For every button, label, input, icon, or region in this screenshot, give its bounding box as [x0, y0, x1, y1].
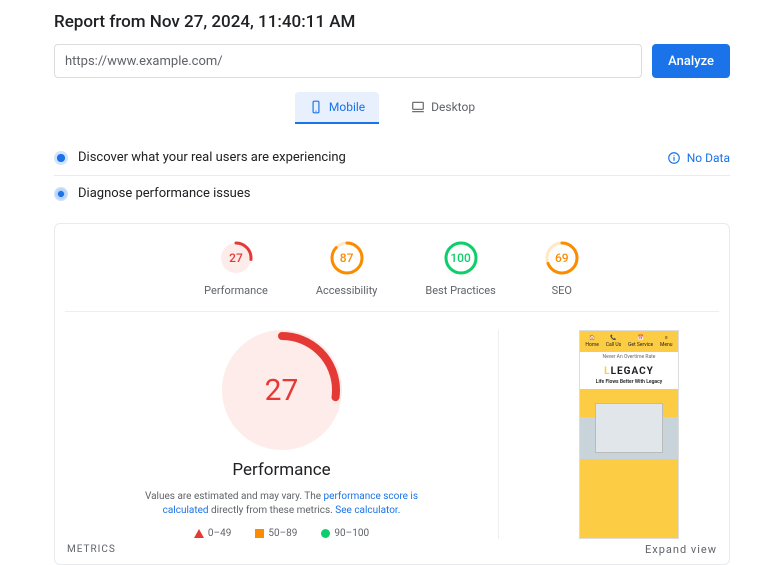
- calendar-icon: 📅: [637, 335, 643, 341]
- phone-banner: Never An Overtime Rate: [580, 352, 678, 362]
- url-row: Analyze: [54, 44, 730, 78]
- legend-green: 90–100: [321, 528, 369, 539]
- gauge-accessibility[interactable]: 87 Accessibility: [316, 240, 378, 297]
- metrics-label: METRICS: [67, 544, 116, 555]
- results-panel: 27 Performance 87 Accessibility 100 Best…: [54, 223, 730, 565]
- gauge-value: 69: [544, 240, 580, 276]
- square-icon: [255, 529, 264, 538]
- gauge-label: SEO: [544, 284, 580, 297]
- analyze-button[interactable]: Analyze: [652, 44, 730, 78]
- discover-icon: [54, 151, 68, 165]
- phone-hero: [580, 389, 678, 459]
- gauge-value: 27: [218, 240, 254, 276]
- circle-icon: [321, 529, 330, 538]
- tab-label: Desktop: [431, 100, 475, 114]
- gauge-label: Best Practices: [425, 284, 495, 297]
- detail-row: 27 Performance Values are estimated and …: [65, 330, 719, 539]
- gauge-label: Accessibility: [316, 284, 378, 297]
- gauge-label: Performance: [204, 284, 268, 297]
- phone-nav: 🏠Home 📞Call Us 📅Get Service ≡Menu: [580, 331, 678, 352]
- nav-home: 🏠Home: [585, 335, 598, 348]
- gauge-seo[interactable]: 69 SEO: [544, 240, 580, 297]
- diagnose-title: Diagnose performance issues: [78, 186, 250, 201]
- diagnose-icon: [54, 187, 68, 201]
- info-icon: [667, 151, 681, 165]
- gauge-value: 87: [329, 240, 365, 276]
- nav-menu: ≡Menu: [660, 335, 673, 348]
- no-data-link[interactable]: No Data: [667, 151, 730, 165]
- triangle-icon: [194, 529, 204, 538]
- gauge-best-practices[interactable]: 100 Best Practices: [425, 240, 495, 297]
- tab-desktop[interactable]: Desktop: [397, 92, 489, 124]
- no-data-label: No Data: [687, 151, 730, 165]
- disclaimer: Values are estimated and may vary. The p…: [122, 490, 442, 518]
- phone-logo: LLEGACY: [580, 362, 678, 379]
- menu-icon: ≡: [665, 335, 668, 341]
- big-gauge: 27: [222, 330, 342, 450]
- desktop-icon: [411, 100, 425, 114]
- legend-red: 0–49: [194, 528, 231, 539]
- home-icon: 🏠: [589, 335, 595, 341]
- legend-orange: 50–89: [255, 528, 297, 539]
- discover-title: Discover what your real users are experi…: [78, 150, 346, 165]
- nav-service: 📅Get Service: [628, 335, 653, 348]
- phone-mock: 🏠Home 📞Call Us 📅Get Service ≡Menu Never …: [579, 330, 679, 539]
- tab-label: Mobile: [329, 100, 365, 114]
- phone-icon: 📞: [610, 335, 616, 341]
- url-input[interactable]: [54, 44, 642, 78]
- tab-mobile[interactable]: Mobile: [295, 92, 379, 124]
- discover-section: Discover what your real users are experi…: [54, 140, 730, 176]
- mobile-icon: [309, 100, 323, 114]
- phone-hero-image: [595, 403, 664, 453]
- phone-tagline: Life Flows Better With Legacy: [580, 379, 678, 389]
- detail-heading: Performance: [65, 460, 498, 480]
- screenshot-preview: 🏠Home 📞Call Us 📅Get Service ≡Menu Never …: [539, 330, 719, 539]
- panel-footer: METRICS Expand view: [65, 539, 719, 556]
- nav-call: 📞Call Us: [606, 335, 621, 348]
- calc-link-2[interactable]: See calculator.: [335, 505, 400, 516]
- expand-view-link[interactable]: Expand view: [645, 543, 717, 556]
- page-title: Report from Nov 27, 2024, 11:40:11 AM: [54, 12, 730, 32]
- score-legend: 0–49 50–89 90–100: [65, 528, 498, 539]
- gauge-performance[interactable]: 27 Performance: [204, 240, 268, 297]
- gauge-row: 27 Performance 87 Accessibility 100 Best…: [65, 240, 719, 312]
- big-gauge-value: 27: [222, 330, 342, 450]
- diagnose-section: Diagnose performance issues: [54, 176, 730, 211]
- device-tabs: Mobile Desktop: [54, 92, 730, 124]
- performance-detail: 27 Performance Values are estimated and …: [65, 330, 499, 539]
- gauge-value: 100: [443, 240, 479, 276]
